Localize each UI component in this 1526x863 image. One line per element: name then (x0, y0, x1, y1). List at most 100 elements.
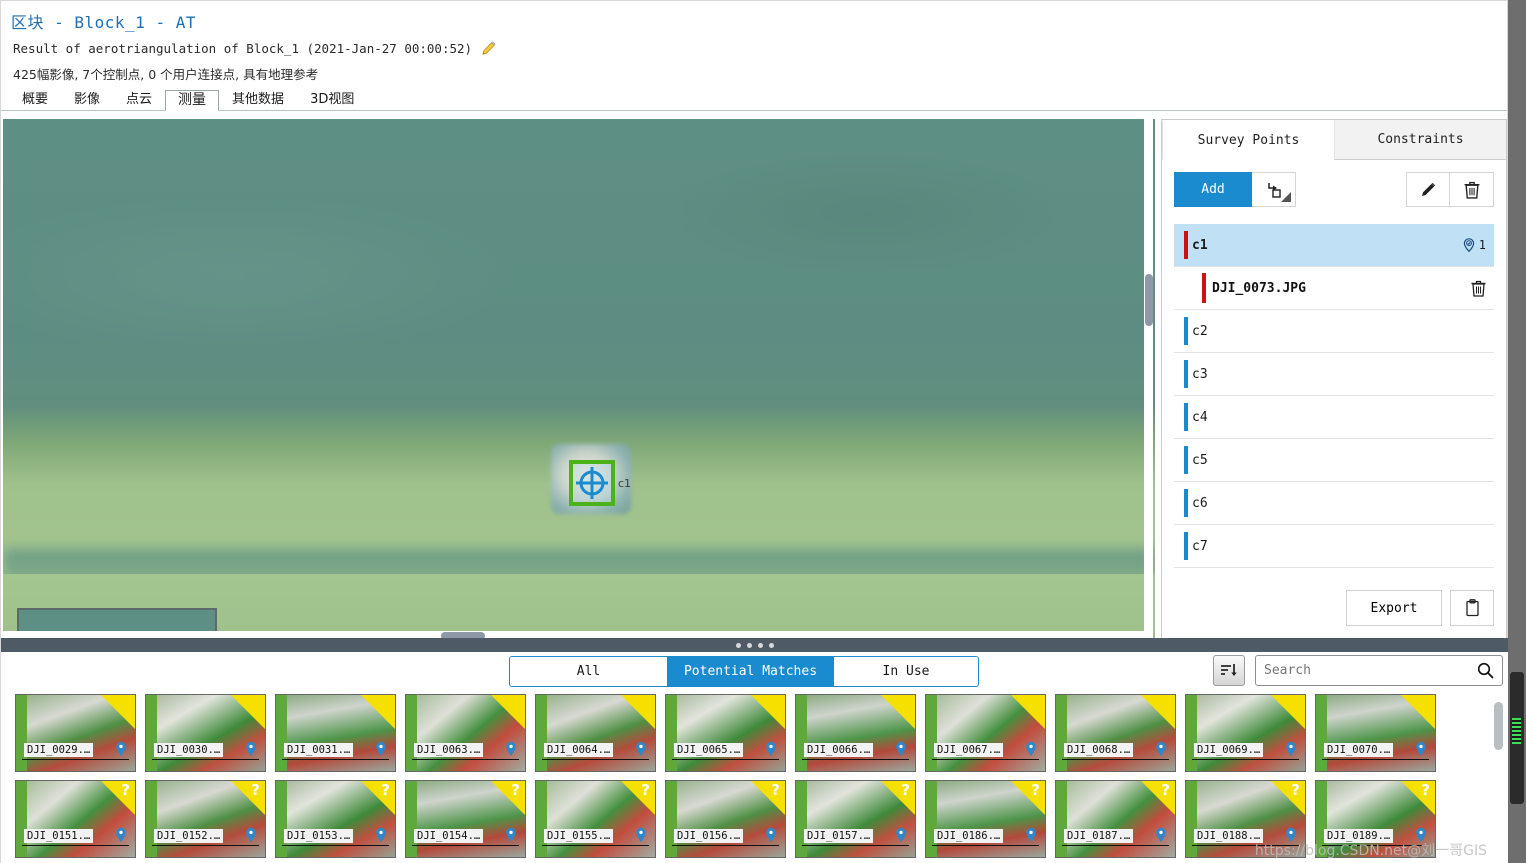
scrollbar-thumb[interactable] (1145, 274, 1153, 326)
panel-splitter[interactable] (1, 638, 1509, 652)
map-pin-icon[interactable] (505, 827, 517, 843)
map-pin-icon[interactable] (115, 827, 127, 843)
thumbnail-scrollbar[interactable] (1494, 696, 1503, 856)
map-pin-icon[interactable] (635, 741, 647, 757)
map-pin-icon[interactable] (375, 827, 387, 843)
tab-survey[interactable]: 测量 (165, 90, 219, 111)
thumbnail-item[interactable]: ?DJI_0155.… (535, 780, 656, 858)
badge-question-mark: ? (251, 781, 260, 799)
survey-point-image-row[interactable]: DJI_0073.JPG (1174, 267, 1494, 310)
delete-point-button[interactable] (1450, 172, 1494, 207)
thumbnail-item[interactable]: DJI_0063.… (405, 694, 526, 772)
thumbnail-underline (282, 845, 389, 846)
badge-question-mark: ? (1161, 781, 1170, 799)
map-pin-icon[interactable] (505, 741, 517, 757)
filter-potential-matches[interactable]: Potential Matches (668, 657, 834, 686)
thumbnail-item[interactable]: DJI_0030.… (145, 694, 266, 772)
map-pin-icon[interactable] (1415, 741, 1427, 757)
image-viewer[interactable]: c1 (3, 119, 1155, 641)
thumbnail-underline (802, 845, 909, 846)
filter-all[interactable]: All (510, 657, 668, 686)
thumbnail-item[interactable]: DJI_0029.… (15, 694, 136, 772)
thumbnail-item[interactable]: ?DJI_0156.… (665, 780, 786, 858)
map-pin-icon[interactable] (245, 827, 257, 843)
survey-point-row[interactable]: c4 (1174, 396, 1494, 439)
thumbnail-item[interactable]: ?DJI_0153.… (275, 780, 396, 858)
viewer-vertical-scrollbar[interactable] (1144, 119, 1153, 639)
survey-point-marker[interactable] (569, 460, 615, 506)
map-pin-icon[interactable] (1155, 741, 1167, 757)
thumbnail-item[interactable]: ?DJI_0151.… (15, 780, 136, 858)
map-pin-icon[interactable] (115, 741, 127, 757)
thumbnail-item[interactable]: ?DJI_0152.… (145, 780, 266, 858)
trash-icon[interactable] (1471, 280, 1486, 297)
tab-overview[interactable]: 概要 (9, 90, 61, 110)
thumbnail-item[interactable]: ?DJI_0187.… (1055, 780, 1176, 858)
survey-point-row[interactable]: c3 (1174, 353, 1494, 396)
map-pin-icon[interactable] (245, 741, 257, 757)
map-pin-icon[interactable] (895, 827, 907, 843)
thumbnail-label: DJI_0066.… (804, 743, 873, 757)
search-icon[interactable] (1477, 662, 1494, 679)
thumbnail-item[interactable]: DJI_0066.… (795, 694, 916, 772)
map-pin-icon[interactable] (895, 741, 907, 757)
filter-in-use[interactable]: In Use (834, 657, 978, 686)
map-pin-icon[interactable] (1155, 827, 1167, 843)
thumbnail-item[interactable]: DJI_0067.… (925, 694, 1046, 772)
thumbnail-item[interactable]: DJI_0065.… (665, 694, 786, 772)
survey-point-row[interactable]: ▾c11 (1174, 224, 1494, 267)
thumbnail-item[interactable]: DJI_0031.… (275, 694, 396, 772)
tab-3dview[interactable]: 3D视图 (297, 90, 367, 110)
tab-pointcloud[interactable]: 点云 (113, 90, 165, 110)
export-button[interactable]: Export (1346, 590, 1442, 626)
map-pin-icon[interactable] (375, 741, 387, 757)
thumbnail-item[interactable]: DJI_0070.… (1315, 694, 1436, 772)
map-pin-icon[interactable] (1285, 741, 1297, 757)
thumbnail-item[interactable]: ?DJI_0189.… (1315, 780, 1436, 858)
survey-point-row[interactable]: c2 (1174, 310, 1494, 353)
window-vertical-scrollbar[interactable] (1508, 0, 1526, 863)
thumbnail-scroll-area[interactable]: DJI_0029.…DJI_0030.…DJI_0031.…DJI_0063.…… (1, 690, 1509, 863)
pencil-icon[interactable] (482, 41, 496, 55)
edit-point-button[interactable] (1406, 172, 1450, 207)
thumbnail-underline (672, 845, 779, 846)
tab-constraints[interactable]: Constraints (1334, 120, 1506, 160)
thumbnail-item[interactable]: DJI_0064.… (535, 694, 656, 772)
map-pin-icon[interactable] (1415, 827, 1427, 843)
map-pin-icon[interactable] (1025, 741, 1037, 757)
tab-images[interactable]: 影像 (61, 90, 113, 110)
survey-point-label: c5 (1192, 453, 1208, 468)
thumbnail-item[interactable]: ?DJI_0186.… (925, 780, 1046, 858)
badge-question-mark: ? (1291, 781, 1300, 799)
map-pin-icon[interactable] (1285, 827, 1297, 843)
thumbnail-label: DJI_0188.… (1194, 829, 1263, 843)
survey-point-row[interactable]: c6 (1174, 482, 1494, 525)
scrollbar-thumb[interactable] (1494, 702, 1503, 750)
thumbnail-item[interactable]: DJI_0068.… (1055, 694, 1176, 772)
tab-otherdata[interactable]: 其他数据 (219, 90, 297, 110)
add-menu-button[interactable] (1252, 172, 1296, 207)
survey-point-row[interactable]: c5 (1174, 439, 1494, 482)
survey-point-row[interactable]: c7 (1174, 525, 1494, 568)
survey-point-list[interactable]: ▾c11DJI_0073.JPGc2c3c4 c5 c6c7 (1174, 224, 1494, 570)
map-pin-icon[interactable] (1025, 827, 1037, 843)
point-color-bar (1184, 360, 1188, 388)
marker-label: c1 (618, 477, 631, 490)
clipboard-button[interactable] (1450, 590, 1494, 626)
tab-survey-points[interactable]: Survey Points (1162, 120, 1334, 160)
thumbnail-label: DJI_0189.… (1324, 829, 1393, 843)
sort-button[interactable] (1213, 655, 1245, 686)
thumbnail-browser: All Potential Matches In Use (1, 652, 1509, 863)
add-group: Add (1174, 172, 1296, 207)
thumbnail-item[interactable]: ?DJI_0154.… (405, 780, 526, 858)
thumbnail-item[interactable]: ?DJI_0157.… (795, 780, 916, 858)
search-box[interactable] (1255, 655, 1503, 686)
add-button[interactable]: Add (1174, 172, 1252, 207)
corner-badge-icon (1271, 695, 1305, 729)
map-pin-icon[interactable] (765, 827, 777, 843)
thumbnail-item[interactable]: DJI_0069.… (1185, 694, 1306, 772)
thumbnail-item[interactable]: ? DJI_0188.… (1185, 780, 1306, 858)
map-pin-icon[interactable] (635, 827, 647, 843)
search-input[interactable] (1264, 663, 1477, 678)
map-pin-icon[interactable] (765, 741, 777, 757)
